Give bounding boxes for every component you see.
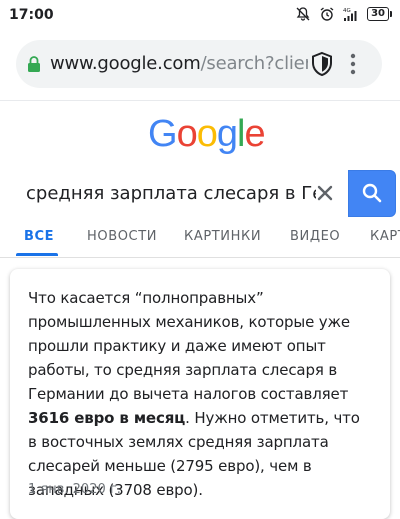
logo-letter: o — [176, 113, 198, 155]
tab-all[interactable]: ВСЕ — [24, 229, 54, 244]
lock-icon — [28, 56, 40, 72]
logo-letter: e — [244, 113, 265, 155]
battery-level: 30 — [367, 7, 389, 21]
url-host: www.google.com — [50, 53, 201, 74]
snippet-text-before: Что касается “полноправных” промышленных… — [28, 289, 350, 403]
logo-letter: G — [148, 113, 178, 155]
tab-images[interactable]: КАРТИНКИ — [184, 229, 261, 244]
close-icon[interactable] — [316, 184, 334, 202]
tab-maps[interactable]: КАРТЫ — [370, 229, 400, 244]
logo-letter: g — [216, 113, 238, 155]
battery-icon: 30 — [367, 7, 392, 21]
tab-videos[interactable]: ВИДЕО — [290, 229, 340, 244]
shield-icon[interactable] — [310, 51, 334, 77]
url-path: /search?client — [200, 53, 308, 74]
status-icons: 4G 30 — [295, 6, 392, 22]
logo-letter: l — [236, 113, 246, 155]
featured-snippet-card: Что касается “полноправных” промышленных… — [10, 269, 390, 519]
snippet-highlight: 3616 евро в месяц — [28, 409, 186, 427]
more-vert-icon[interactable] — [350, 52, 356, 76]
svg-text:4G: 4G — [343, 8, 351, 14]
snippet-text: Что касается “полноправных” промышленных… — [28, 286, 373, 502]
logo-letter: o — [196, 113, 218, 155]
search-box: средняя зарплата слесаря в Германии — [10, 170, 396, 217]
search-tabs: ВСЕ НОВОСТИ КАРТИНКИ ВИДЕО КАРТЫ — [0, 217, 400, 257]
google-logo[interactable]: Google — [148, 113, 266, 156]
tabs-divider — [0, 257, 400, 258]
snippet-date: 1 янв. 2020 г. — [28, 482, 121, 497]
search-input[interactable]: средняя зарплата слесаря в Германии — [26, 183, 316, 204]
url-text[interactable]: www.google.com/search?client — [50, 53, 308, 74]
address-bar[interactable]: www.google.com/search?client — [16, 40, 382, 88]
toolbar-divider — [0, 100, 400, 101]
search-icon — [362, 183, 382, 203]
status-bar: 17:00 4G 30 — [0, 0, 400, 30]
notifications-off-icon — [296, 7, 310, 21]
active-tab-indicator — [16, 253, 58, 256]
status-time: 17:00 — [9, 7, 54, 23]
alarm-icon — [320, 7, 334, 21]
search-button[interactable] — [348, 170, 396, 217]
signal-4g-icon: 4G — [343, 8, 357, 21]
tab-news[interactable]: НОВОСТИ — [87, 229, 157, 244]
